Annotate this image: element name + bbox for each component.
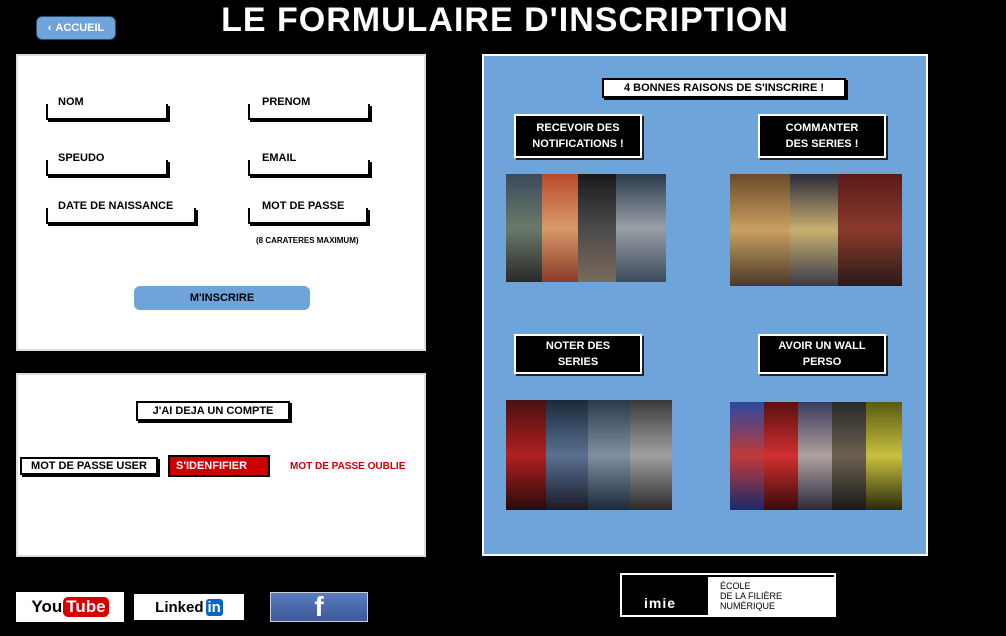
reason-comment: COMMANTER DES SERIES ! [758, 114, 886, 158]
password-note: (8 CARATERES MAXIMUM) [256, 236, 359, 245]
pseudo-label: SPEUDO [56, 152, 107, 164]
chevron-left-icon: ‹ [47, 22, 52, 34]
reason-wall: AVOIR UN WALL PERSO [758, 334, 886, 374]
forgot-password-link[interactable]: MOT DE PASSE OUBLIE [290, 461, 405, 472]
facebook-logo[interactable]: f [270, 592, 368, 622]
birthdate-label: DATE DE NAISSANCE [56, 200, 176, 212]
login-panel: J'AI DEJA UN COMPTE MOT DE PASSE USER S'… [16, 373, 426, 557]
email-label: EMAIL [260, 152, 299, 164]
signup-panel: NOM PRENOM SPEUDO EMAIL DATE DE NAISSANC… [16, 54, 426, 351]
back-home-label: ACCUEIL [55, 22, 105, 34]
page-title: LE FORMULAIRE D'INSCRIPTION [221, 1, 789, 39]
password-label: MOT DE PASSE [260, 200, 347, 212]
prenom-label: PRENOM [260, 96, 313, 108]
login-heading: J'AI DEJA UN COMPTE [136, 401, 290, 421]
school-logo: imie ÉCOLE DE LA FILIÈRE NUMÉRIQUE [620, 573, 836, 617]
reason-rate: NOTER DES SERIES [514, 334, 642, 374]
reasons-panel: 4 BONNES RAISONS DE S'INSCRIRE ! RECEVOI… [482, 54, 928, 556]
back-home-button[interactable]: ‹ ACCUEIL [36, 16, 116, 40]
login-password-input[interactable]: MOT DE PASSE USER [20, 457, 158, 475]
youtube-logo[interactable]: You Tube [16, 592, 124, 622]
school-name: ÉCOLE DE LA FILIÈRE NUMÉRIQUE [708, 577, 834, 615]
comment-series-image [730, 174, 902, 286]
facebook-f-icon: f [314, 591, 324, 622]
wall-series-image [730, 402, 902, 510]
linkedin-logo[interactable]: Linked in [134, 594, 244, 620]
notifications-series-image [506, 174, 666, 282]
signup-button[interactable]: M'INSCRIRE [134, 286, 310, 310]
reasons-heading: 4 BONNES RAISONS DE S'INSCRIRE ! [602, 78, 846, 98]
school-brand: imie [644, 595, 677, 611]
nom-label: NOM [56, 96, 86, 108]
login-button[interactable]: S'IDENFIFIER [168, 455, 270, 477]
reason-notifications: RECEVOIR DES NOTIFICATIONS ! [514, 114, 642, 158]
rate-series-image [506, 400, 672, 510]
